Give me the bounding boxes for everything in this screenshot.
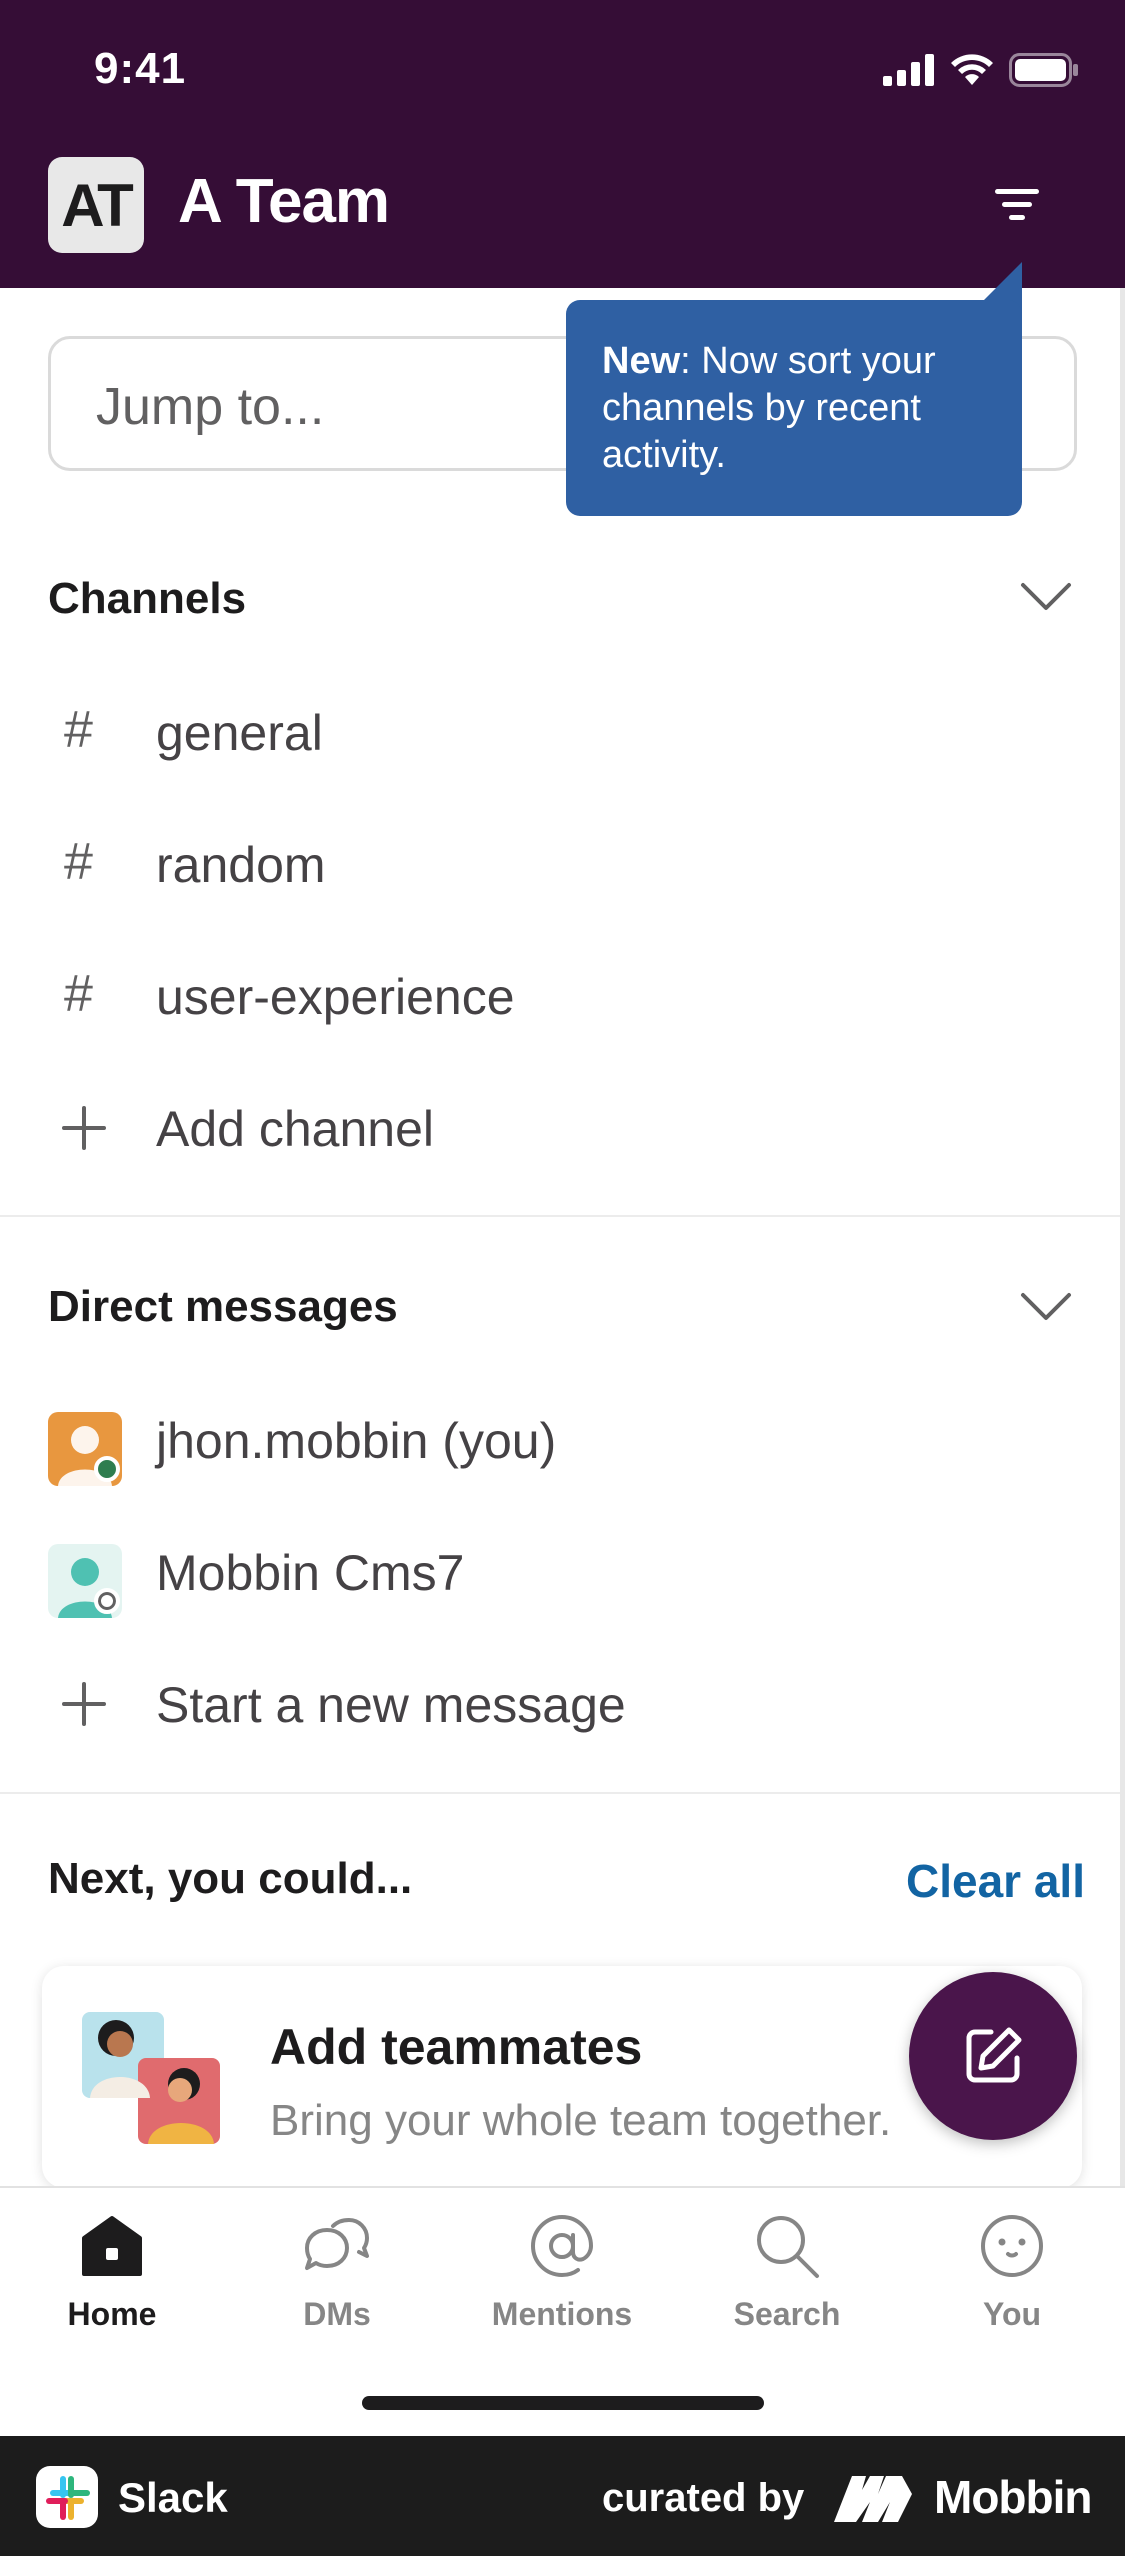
channel-hash-icon: # (64, 833, 93, 891)
channel-hash-icon: # (64, 965, 93, 1023)
channel-hash-icon: # (64, 701, 93, 759)
scroll-edge (1120, 288, 1125, 2186)
channels-section-title[interactable]: Channels (48, 574, 246, 624)
tab-label: Search (733, 2296, 841, 2332)
add-channel-label: Add channel (156, 1101, 435, 1157)
dms-chevron-down-icon[interactable] (1020, 1292, 1072, 1322)
filter-icon (995, 189, 1039, 220)
channel-label: general (156, 705, 323, 761)
plus-icon (62, 1682, 106, 1726)
section-divider (0, 1792, 1120, 1794)
section-divider (0, 1215, 1120, 1217)
channel-item-user-experience[interactable]: # user-experience (0, 930, 1120, 1060)
dms-icon (305, 2218, 369, 2270)
mobbin-brand-name: Mobbin (934, 2471, 1092, 2523)
you-icon (981, 2215, 1043, 2277)
tab-dms[interactable]: DMs (237, 2210, 437, 2340)
tooltip-bold: New (602, 340, 681, 382)
dms-section-title[interactable]: Direct messages (48, 1282, 398, 1332)
tab-label: Home (67, 2296, 157, 2332)
clear-all-button[interactable]: Clear all (906, 1854, 1085, 1908)
home-icon (82, 2216, 142, 2276)
tab-label: Mentions (491, 2296, 633, 2332)
slack-app-name: Slack (118, 2474, 228, 2521)
dm-item-self[interactable]: jhon.mobbin (you) (0, 1374, 1120, 1504)
workspace-header: 9:41 AT A Team (0, 0, 1125, 288)
tab-home[interactable]: Home (12, 2210, 212, 2340)
add-channel-button[interactable]: Add channel (0, 1062, 1120, 1192)
workspace-title[interactable]: A Team (178, 166, 390, 237)
teammates-illustration-icon (82, 2012, 220, 2144)
curated-by-label: curated by (602, 2476, 805, 2520)
tab-mentions[interactable]: Mentions (462, 2210, 662, 2340)
start-new-message-button[interactable]: Start a new message (0, 1638, 1120, 1768)
cellular-signal-icon (883, 54, 934, 86)
dm-item-mobbin-cms7[interactable]: Mobbin Cms7 (0, 1506, 1120, 1636)
dm-label: Mobbin Cms7 (156, 1545, 465, 1601)
channels-chevron-down-icon[interactable] (1020, 582, 1072, 612)
dm-label: jhon.mobbin (you) (156, 1413, 557, 1469)
plus-icon (62, 1106, 106, 1150)
card-title: Add teammates (270, 2019, 643, 2075)
jump-to-placeholder: Jump to... (96, 378, 325, 436)
search-icon (757, 2216, 819, 2278)
presence-active-indicator (94, 1456, 120, 1482)
presence-away-indicator (94, 1588, 120, 1614)
mobbin-logo-icon (834, 2476, 912, 2522)
next-section-title: Next, you could... (48, 1854, 413, 1903)
tab-search[interactable]: Search (687, 2210, 887, 2340)
wifi-icon (951, 54, 993, 85)
compose-button[interactable] (909, 1972, 1077, 2140)
home-indicator (362, 2396, 764, 2410)
tab-you[interactable]: You (912, 2210, 1112, 2340)
status-time: 9:41 (94, 44, 187, 93)
status-icons (883, 48, 1079, 92)
mentions-icon (530, 2214, 594, 2278)
tab-label: DMs (303, 2296, 371, 2332)
sort-tooltip[interactable]: New: Now sort your channels by recent ac… (566, 300, 1022, 516)
channel-item-random[interactable]: # random (0, 798, 1120, 928)
channel-label: random (156, 837, 326, 893)
compose-icon (966, 2027, 1022, 2083)
channel-label: user-experience (156, 969, 515, 1025)
workspace-avatar[interactable]: AT (48, 157, 144, 253)
battery-icon (1009, 53, 1078, 87)
card-subtitle: Bring your whole team together. (270, 2096, 892, 2145)
sort-filter-button[interactable] (990, 180, 1044, 230)
channel-item-general[interactable]: # general (0, 666, 1120, 796)
tab-label: You (982, 2296, 1042, 2332)
slack-logo-icon (36, 2466, 98, 2528)
start-new-message-label: Start a new message (156, 1677, 626, 1733)
